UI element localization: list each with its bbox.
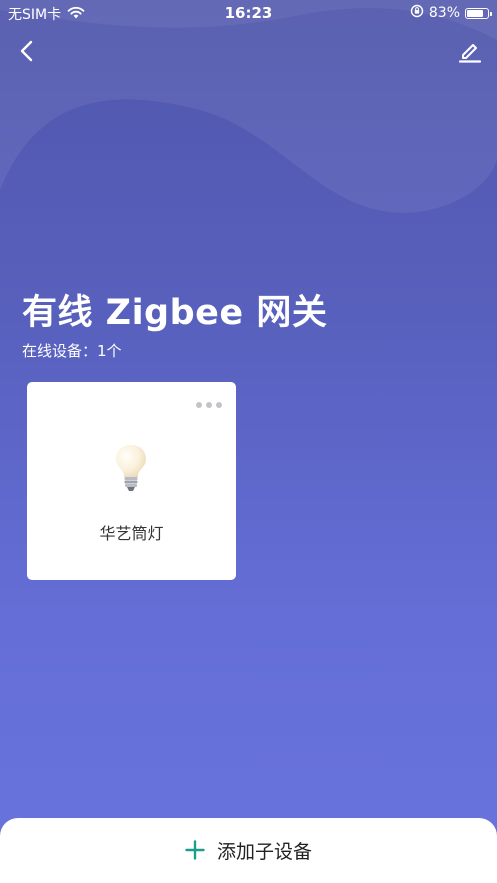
gateway-screen: 无SIM卡 16:23 83% 有线 Zigbee 网关 在线设备：1个 华艺筒… — [0, 0, 497, 883]
add-sub-device-button[interactable]: 添加子设备 — [0, 818, 497, 883]
more-dot — [196, 402, 202, 408]
more-dot — [216, 402, 222, 408]
status-bar: 无SIM卡 16:23 83% — [0, 0, 497, 26]
chevron-left-icon — [20, 40, 33, 62]
add-sub-device-label: 添加子设备 — [216, 840, 312, 863]
status-right: 83% — [410, 4, 492, 22]
battery-percent: 83% — [428, 5, 460, 21]
plus-icon — [185, 840, 205, 860]
more-dots-icon[interactable] — [196, 402, 222, 408]
device-name: 华艺筒灯 — [99, 524, 164, 543]
battery-icon — [465, 7, 492, 19]
battery-level — [467, 9, 483, 17]
edit-button[interactable] — [455, 36, 485, 66]
pencil-icon — [458, 44, 482, 63]
orientation-lock-icon — [410, 4, 424, 22]
page-title: 有线 Zigbee 网关 — [22, 293, 328, 333]
wave-background — [0, 0, 497, 213]
back-button[interactable] — [12, 36, 42, 66]
device-card[interactable]: 华艺筒灯 — [27, 382, 236, 580]
add-sub-device-content: 添加子设备 — [185, 837, 312, 864]
online-device-count: 在线设备：1个 — [22, 342, 122, 360]
light-bulb-icon — [116, 445, 146, 491]
more-dot — [206, 402, 212, 408]
